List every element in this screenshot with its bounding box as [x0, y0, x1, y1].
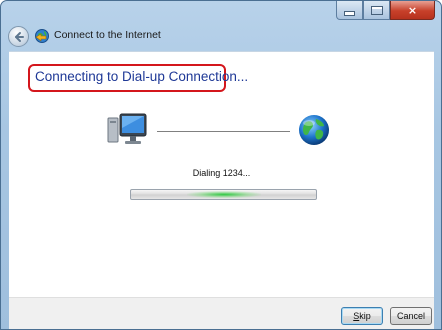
- maximize-button[interactable]: [363, 1, 390, 20]
- page-heading: Connecting to Dial-up Connection...: [35, 69, 249, 84]
- back-button[interactable]: [8, 26, 29, 47]
- minimize-icon: [344, 10, 355, 16]
- globe-icon: [299, 115, 329, 145]
- close-icon: ×: [407, 3, 418, 17]
- back-arrow-icon: [15, 32, 24, 42]
- progress-indicator: [186, 191, 261, 198]
- caption-buttons: ×: [336, 1, 435, 20]
- skip-label-rest: kip: [359, 311, 371, 321]
- close-button[interactable]: ×: [390, 1, 435, 20]
- connection-line: [157, 131, 290, 132]
- titlebar: × Connect to the Internet: [1, 1, 441, 49]
- network-globe-icon: [35, 29, 49, 43]
- maximize-icon: [370, 5, 383, 15]
- content-area: Connecting to Dial-up Connection... Dial…: [9, 51, 434, 298]
- skip-button[interactable]: Skip: [341, 307, 383, 325]
- progress-bar: [130, 189, 317, 200]
- button-bar: Skip Cancel: [9, 297, 434, 329]
- minimize-button[interactable]: [336, 1, 363, 20]
- cancel-button[interactable]: Cancel: [390, 307, 432, 325]
- window-title: Connect to the Internet: [54, 29, 161, 41]
- status-text: Dialing 1234...: [192, 168, 251, 178]
- computer-icon: [107, 113, 147, 144]
- connect-window: × Connect to the Internet Connecting to …: [0, 0, 442, 330]
